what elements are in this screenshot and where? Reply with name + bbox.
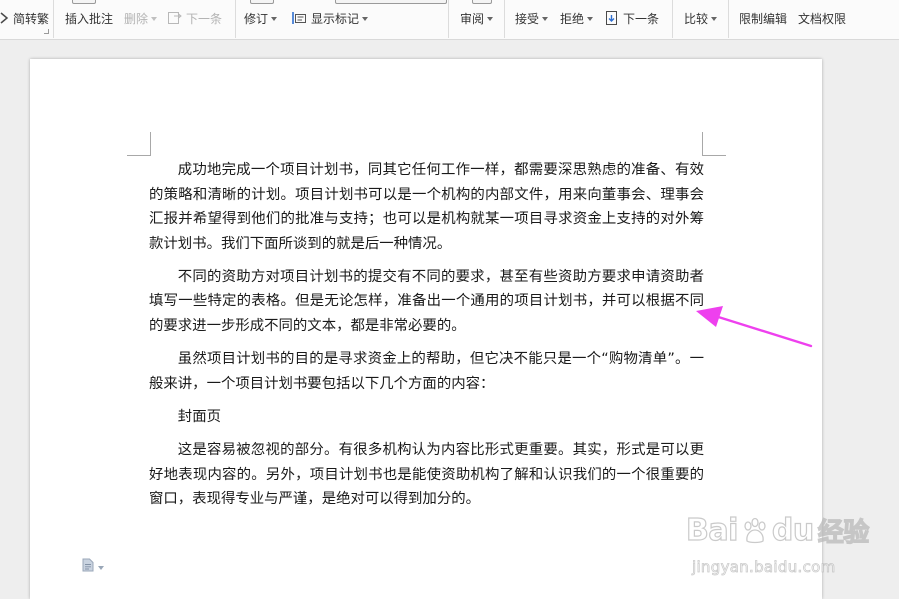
ribbon-separator xyxy=(235,0,236,38)
ribbon-separator xyxy=(728,0,729,38)
document-body[interactable]: 成功地完成一个项目计划书，同其它任何工作一样，都需要深思熟虑的准备、有效的策略和… xyxy=(149,158,704,520)
document-paragraph[interactable]: 虽然项目计划书的目的是寻求资金上的帮助，但它决不能只是一个“购物清单”。一般来讲… xyxy=(149,347,704,396)
watermark-brand-part: du xyxy=(771,512,815,548)
review-button[interactable]: 审阅 xyxy=(460,6,494,30)
insert-comment-button[interactable]: 插入批注 xyxy=(65,6,113,30)
compare-button[interactable]: 比较 xyxy=(684,6,718,30)
ribbon-top-stub xyxy=(472,0,492,4)
show-markup-button[interactable]: 显示标记 xyxy=(291,6,369,30)
baidu-jingyan-watermark: Bai du 经验 jingyan.baidu.com xyxy=(685,504,891,584)
next-change-button[interactable]: 下一条 xyxy=(604,6,659,30)
ribbon-top-stub xyxy=(335,0,447,4)
watermark-url: jingyan.baidu.com xyxy=(692,558,836,577)
paw-icon xyxy=(740,516,770,546)
compare-label: 比较 xyxy=(684,11,709,26)
chevron-down-icon xyxy=(362,17,369,21)
accept-change-label: 接受 xyxy=(515,11,540,26)
document-paragraph[interactable]: 不同的资助方对项目计划书的提交有不同的要求，甚至有些资助方要求申请资助者填写一些… xyxy=(149,265,704,339)
document-heading[interactable]: 封面页 xyxy=(149,405,704,430)
document-icon xyxy=(82,557,94,576)
ribbon-top-stub xyxy=(250,0,274,4)
ribbon-separator xyxy=(448,0,449,38)
group-expand-corner[interactable] xyxy=(44,29,49,34)
track-changes-button[interactable]: 修订 xyxy=(244,6,278,30)
top-left-crop-mark xyxy=(127,132,151,156)
paragraph-menu-button[interactable] xyxy=(82,557,104,576)
watermark-brand-part: Bai xyxy=(685,512,739,548)
watermark-brand-chinese: 经验 xyxy=(817,517,870,548)
next-change-icon xyxy=(604,10,620,26)
next-change-label: 下一条 xyxy=(623,11,660,26)
simplified-to-traditional-label: 简转繁 xyxy=(13,11,50,26)
ribbon-separator xyxy=(504,0,505,38)
restrict-editing-label: 限制编辑 xyxy=(739,11,788,26)
review-ribbon: 简转繁 插入批注 删除 下一条 修订 显示标记 审阅 接受 拒绝 下一条 比较 … xyxy=(0,0,899,40)
ribbon-separator xyxy=(672,0,673,38)
reject-change-label: 拒绝 xyxy=(560,11,585,26)
reject-change-button[interactable]: 拒绝 xyxy=(560,6,594,30)
document-paragraph[interactable]: 成功地完成一个项目计划书，同其它任何工作一样，都需要深思熟虑的准备、有效的策略和… xyxy=(149,158,704,256)
delete-comment-button[interactable]: 删除 xyxy=(124,6,158,30)
chevron-down-icon xyxy=(487,17,494,21)
next-comment-button[interactable]: 下一条 xyxy=(167,6,222,30)
delete-comment-label: 删除 xyxy=(124,11,149,26)
document-permissions-button[interactable]: 文档权限 xyxy=(798,6,846,30)
insert-comment-label: 插入批注 xyxy=(65,11,114,26)
accept-change-button[interactable]: 接受 xyxy=(515,6,549,30)
restrict-editing-button[interactable]: 限制编辑 xyxy=(739,6,787,30)
next-comment-label: 下一条 xyxy=(186,11,223,26)
chevron-down-icon xyxy=(271,17,278,21)
chevron-down-icon xyxy=(711,17,718,21)
document-paragraph[interactable]: 这是容易被忽视的部分。有很多机构认为内容比形式更重要。其实，形式是可以更好地表现… xyxy=(149,438,704,512)
chevron-down-icon xyxy=(587,17,594,21)
show-markup-icon xyxy=(291,10,308,26)
simplified-to-traditional-button[interactable]: 简转繁 xyxy=(0,6,49,30)
convert-chinese-icon xyxy=(0,11,10,25)
review-label: 审阅 xyxy=(460,11,485,26)
track-changes-label: 修订 xyxy=(244,11,269,26)
ribbon-top-stub xyxy=(72,0,96,4)
ribbon-separator xyxy=(53,0,54,38)
show-markup-label: 显示标记 xyxy=(311,11,360,26)
chevron-down-icon xyxy=(151,17,158,21)
watermark-logo: Bai du 经验 xyxy=(685,512,870,549)
top-right-crop-mark xyxy=(702,132,726,156)
chevron-down-icon xyxy=(98,565,104,570)
chevron-down-icon xyxy=(542,17,549,21)
next-comment-icon xyxy=(167,10,183,26)
document-permissions-label: 文档权限 xyxy=(798,11,847,26)
